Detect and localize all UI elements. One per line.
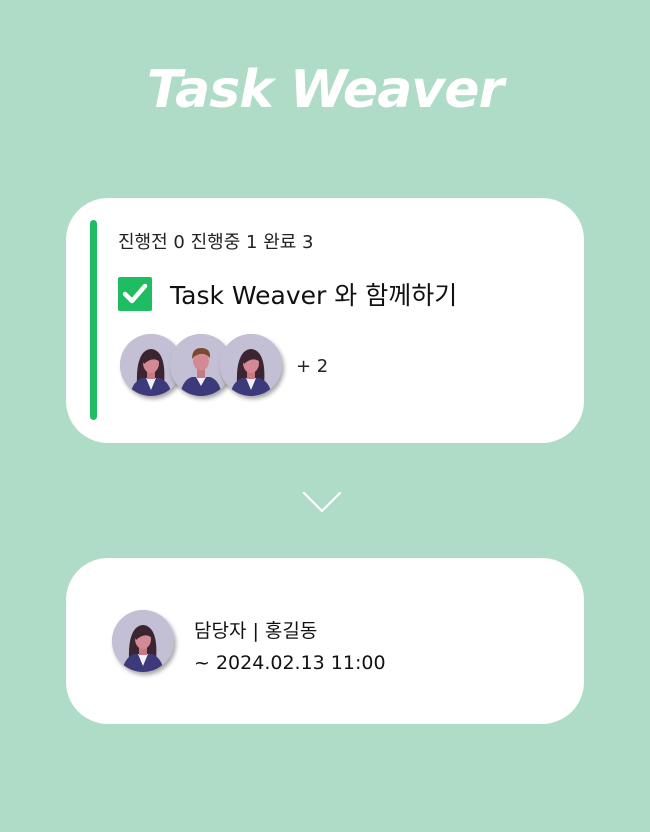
task-title: Task Weaver 와 함께하기 (170, 281, 458, 310)
app-title: Task Weaver (146, 60, 504, 120)
task-checkbox[interactable] (118, 277, 152, 311)
done-label: 완료 (263, 232, 303, 253)
check-icon (122, 283, 148, 304)
assignee-name: 담당자 | 홍길동 (194, 620, 318, 642)
assignee-card: 담당자 | 홍길동 ~ 2024.02.13 11:00 (66, 558, 584, 724)
todo-count: 0 (173, 232, 191, 253)
due-date: ~ 2024.02.13 11:00 (194, 652, 386, 674)
doing-label: 진행중 (190, 232, 246, 253)
assignee-avatar (112, 610, 174, 672)
task-card[interactable]: 진행전 0 진행중 1 완료 3 Task Weaver 와 함께하기 + 2 (66, 198, 584, 443)
doing-count: 1 (246, 232, 264, 253)
extra-members-count: + 2 (296, 356, 329, 377)
task-row: Task Weaver 와 함께하기 (118, 276, 457, 312)
member-avatar-3 (220, 334, 282, 396)
chevron-down-icon[interactable] (302, 490, 342, 514)
avatar-woman-icon (112, 610, 174, 672)
status-counts: 진행전 0 진행중 1 완료 3 (118, 228, 313, 254)
done-count: 3 (302, 232, 314, 253)
avatar-woman-icon (220, 334, 282, 396)
todo-label: 진행전 (118, 232, 174, 253)
status-accent-bar (90, 220, 97, 420)
